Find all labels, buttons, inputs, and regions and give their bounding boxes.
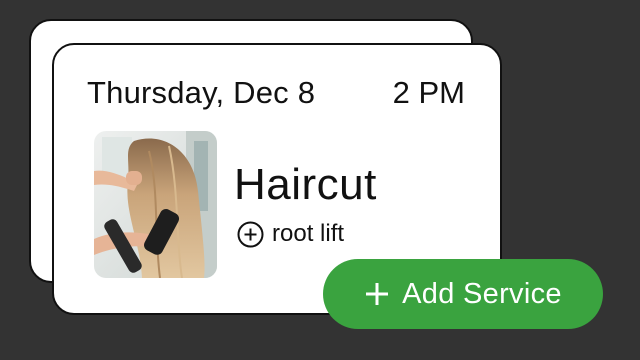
service-photo — [94, 131, 217, 278]
appointment-time: 2 PM — [392, 75, 465, 110]
plus-circle-icon — [237, 221, 264, 247]
add-service-label: Add Service — [402, 277, 562, 310]
addon-label: root lift — [272, 220, 345, 247]
service-name: Haircut — [234, 160, 377, 209]
add-service-button[interactable]: Add Service — [323, 259, 603, 329]
appointment-date: Thursday, Dec 8 — [87, 75, 316, 110]
addon-row[interactable]: root lift — [237, 220, 344, 248]
plus-icon — [366, 283, 389, 305]
